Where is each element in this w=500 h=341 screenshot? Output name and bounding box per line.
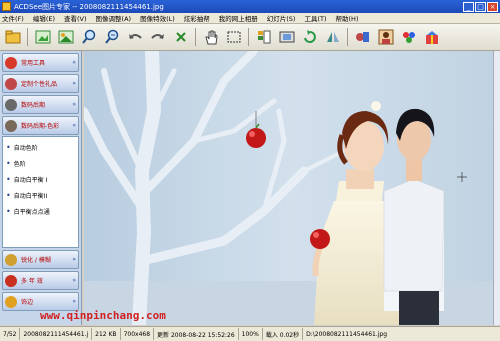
image-icon[interactable]	[57, 28, 75, 46]
status-dimensions: 700x468	[121, 328, 155, 340]
sidebar-section-label: 多 年 效	[21, 278, 43, 285]
sidebar-section-label: 数码后期	[21, 102, 46, 109]
list-item-label: 自动白平衡 I	[13, 176, 48, 184]
expand-icon: »	[72, 256, 76, 263]
menu-effects[interactable]: 图像特效(L)	[140, 13, 175, 23]
list-item-label: 白平衡点点通	[13, 208, 50, 216]
status-load-time: 载入 0.02秒	[263, 328, 304, 340]
rotate-icon[interactable]	[301, 28, 319, 46]
expand-icon: »	[72, 101, 76, 108]
redo-icon[interactable]	[149, 28, 167, 46]
status-bar: 7/52 2008082111454461.j 212 KB 700x468 更…	[0, 326, 500, 341]
sidebar-section-digital-post[interactable]: 数码后期 »	[2, 95, 79, 114]
bullet-icon: •	[6, 190, 11, 200]
add-image-icon[interactable]	[34, 28, 52, 46]
sidebar-section-digital-color[interactable]: 数码后期-色彩 «	[2, 116, 79, 135]
undo-icon[interactable]	[126, 28, 144, 46]
menu-online-album[interactable]: 我的网上相册	[219, 13, 258, 23]
hand-icon[interactable]	[202, 28, 220, 46]
effects-icon[interactable]	[354, 28, 372, 46]
menu-edit[interactable]: 编辑(E)	[33, 13, 55, 23]
menu-tools[interactable]: 工具(T)	[304, 13, 326, 23]
list-item-auto-white-balance-1[interactable]: • 自动白平衡 I	[6, 171, 75, 187]
sidebar-section-gifts[interactable]: 定制个性礼品 »	[2, 74, 79, 93]
zoom-out-icon[interactable]	[103, 28, 121, 46]
menu-file[interactable]: 文件(F)	[2, 13, 24, 23]
sharpen-icon	[5, 253, 17, 266]
expand-icon: »	[72, 80, 76, 87]
paint-icon[interactable]	[400, 28, 418, 46]
layout-icon[interactable]	[255, 28, 273, 46]
menu-color[interactable]: 炫彩抽帮	[184, 13, 210, 23]
bullet-icon: •	[6, 206, 11, 216]
folder-icon[interactable]	[4, 28, 22, 46]
gift-icon[interactable]	[423, 28, 441, 46]
list-item-auto-white-balance-2[interactable]: • 自动白平衡II	[6, 187, 75, 203]
sidebar-section-label: 锐化 / 模糊	[21, 257, 51, 264]
list-item-label: 自动色阶	[13, 144, 38, 152]
expand-icon: »	[72, 298, 76, 305]
bullet-icon: •	[6, 158, 11, 168]
sidebar-list: • 自动色阶 • 色阶 • 自动白平衡 I • 自动白平衡II • 白平衡点点通	[2, 136, 79, 248]
toolbar-separator	[347, 28, 348, 46]
sidebar-section-label: 常用工具	[21, 60, 46, 67]
minimize-button[interactable]: _	[463, 1, 474, 12]
gift-icon	[5, 77, 17, 90]
title-bar: ACDSee图片专家 -- 2008082111454461.jpg _ □ ×	[0, 0, 500, 13]
bullet-icon: •	[6, 142, 11, 152]
flip-icon[interactable]	[324, 28, 342, 46]
bullet-icon: •	[6, 174, 11, 184]
status-filename: 2008082111454461.j	[20, 328, 93, 340]
color-camera-icon	[5, 119, 17, 132]
status-index: 7/52	[0, 328, 21, 340]
status-path: D:\2008082111454461.jpg	[306, 330, 388, 338]
multi-effect-icon	[5, 274, 17, 287]
status-modified: 更新 2008-08-22 15:52:26	[154, 328, 239, 340]
sidebar-section-common-tools[interactable]: 常用工具 »	[2, 53, 79, 72]
watermark-text: www.qinpinchang.com	[40, 309, 166, 322]
wedding-photo	[84, 51, 500, 325]
menu-adjust[interactable]: 图像调整(A)	[96, 13, 132, 23]
border-icon	[5, 295, 17, 308]
close-icon[interactable]	[172, 28, 190, 46]
sidebar-section-label: 饰边	[21, 299, 34, 306]
window-title: ACDSee图片专家 -- 2008082111454461.jpg	[14, 2, 164, 11]
expand-icon: »	[72, 277, 76, 284]
toolbar-separator	[248, 28, 249, 46]
zoom-in-icon[interactable]	[80, 28, 98, 46]
sidebar: 常用工具 » 定制个性礼品 » 数码后期 » 数码后期-色彩 « • 自动色阶 •…	[0, 51, 82, 325]
list-item-white-balance-point[interactable]: • 白平衡点点通	[6, 203, 75, 219]
status-zoom: 100%	[239, 328, 263, 340]
menu-help[interactable]: 帮助(H)	[336, 13, 359, 23]
sidebar-section-effects[interactable]: 多 年 效 »	[2, 271, 79, 290]
portrait-icon[interactable]	[377, 28, 395, 46]
app-icon	[2, 2, 11, 11]
expand-icon: »	[72, 59, 76, 66]
menu-bar: 文件(F) 编辑(E) 查看(V) 图像调整(A) 图像特效(L) 炫彩抽帮 我…	[0, 13, 500, 24]
sidebar-section-label: 数码后期-色彩	[21, 123, 60, 130]
collapse-icon: «	[72, 122, 76, 129]
camera-icon	[5, 98, 17, 111]
sidebar-section-label: 定制个性礼品	[21, 81, 58, 88]
toolbar-separator	[27, 28, 28, 46]
image-viewer[interactable]	[84, 51, 500, 325]
slideshow-icon[interactable]	[278, 28, 296, 46]
toolbar-separator	[195, 28, 196, 46]
status-filesize: 212 KB	[92, 328, 121, 340]
list-item-label: 自动白平衡II	[13, 192, 48, 200]
toolbar	[0, 24, 500, 51]
tools-icon	[5, 56, 17, 69]
list-item-levels[interactable]: • 色阶	[6, 155, 75, 171]
menu-slideshow[interactable]: 幻灯片(S)	[267, 13, 296, 23]
close-button[interactable]: ×	[487, 1, 498, 12]
select-icon[interactable]	[225, 28, 243, 46]
list-item-auto-levels[interactable]: • 自动色阶	[6, 139, 75, 155]
maximize-button[interactable]: □	[475, 1, 486, 12]
vertical-scrollbar[interactable]	[493, 51, 500, 325]
sidebar-section-sharpen[interactable]: 锐化 / 模糊 »	[2, 250, 79, 269]
list-item-label: 色阶	[13, 160, 26, 168]
menu-view[interactable]: 查看(V)	[64, 13, 87, 23]
